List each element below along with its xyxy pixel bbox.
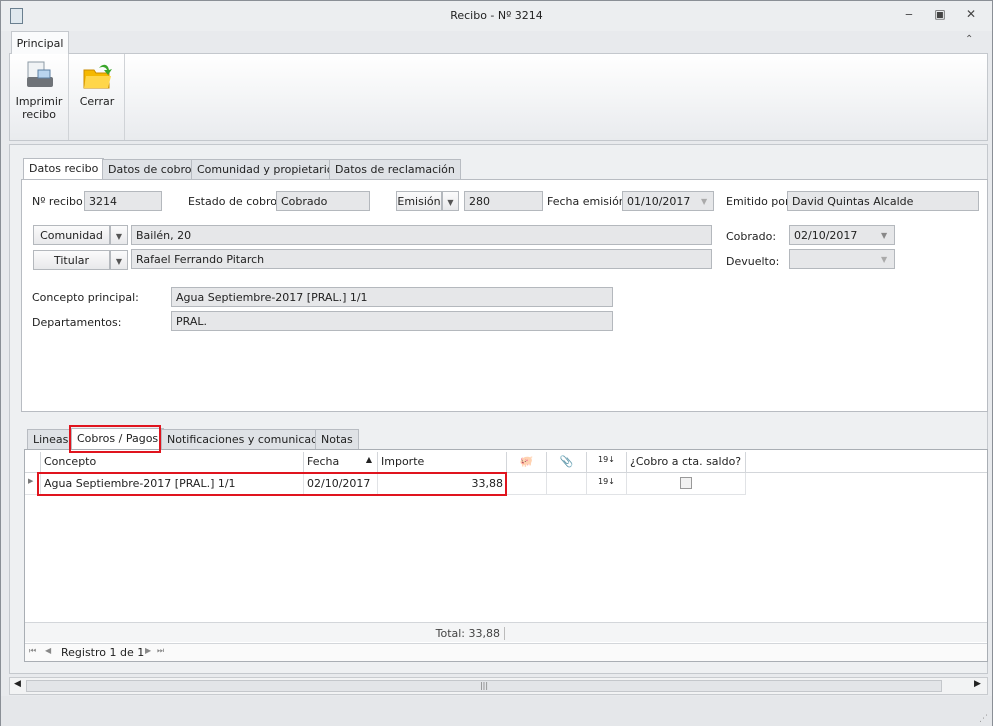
chevron-down-icon[interactable]: ▼ <box>701 197 707 206</box>
emision-field[interactable]: 280 <box>464 191 543 211</box>
print-label-1: Imprimir <box>15 95 63 108</box>
total-label: Total: 33,88 <box>405 627 505 640</box>
highlight-box <box>69 425 161 453</box>
piggy-bank-icon[interactable]: 🐖 <box>507 452 547 472</box>
calendar-icon[interactable]: 19↓ <box>587 452 627 472</box>
column-header-fecha[interactable]: Fecha ▲ <box>304 452 378 472</box>
chevron-down-icon: ▼ <box>447 198 454 207</box>
folder-close-icon <box>83 64 112 89</box>
column-header-concepto[interactable]: Concepto <box>41 452 304 472</box>
devuelto-date-field[interactable] <box>789 249 895 269</box>
close-button[interactable]: ✕ <box>961 7 981 23</box>
window: Recibo - Nº 3214 ‒ ▣ ✕ Principal ⌃ Impri… <box>0 0 993 726</box>
cobros-grid: Concepto Fecha ▲ Importe 🐖 📎 19↓ ¿Cobro a… <box>24 449 988 662</box>
scroll-left-icon[interactable]: ◀ <box>14 679 21 689</box>
titular-field[interactable]: Rafael Ferrando Pitarch <box>131 249 712 269</box>
first-record-icon[interactable]: ⏮ <box>29 646 36 656</box>
next-record-icon[interactable]: ▶ <box>145 646 151 655</box>
resize-grip-icon[interactable]: ⋰ <box>979 714 988 724</box>
prev-record-icon[interactable]: ◀ <box>45 646 51 655</box>
record-counter: Registro 1 de 1 <box>61 646 145 659</box>
close-form-button[interactable]: Cerrar <box>70 54 125 140</box>
navigator: ⏮ ◀ Registro 1 de 1 ▶ ⏭ <box>25 643 987 661</box>
column-header-importe[interactable]: Importe <box>378 452 507 472</box>
concepto-principal-label: Concepto principal: <box>32 291 139 304</box>
paperclip-icon[interactable]: 📎 <box>547 452 587 472</box>
ribbon: Imprimir recibo Cerrar <box>9 53 988 141</box>
concepto-principal-field[interactable]: Agua Septiembre-2017 [PRAL.] 1/1 <box>171 287 613 307</box>
devuelto-label: Devuelto: <box>726 255 780 268</box>
grid-footer: Total: 33,88 <box>25 622 987 642</box>
emision-dropdown[interactable]: ▼ <box>442 191 459 211</box>
tab-datos-reclamacion[interactable]: Datos de reclamación <box>329 159 461 180</box>
collapse-ribbon-icon[interactable]: ⌃ <box>965 34 973 45</box>
calendar-icon[interactable]: 19↓ <box>587 473 627 495</box>
emitido-field[interactable]: David Quintas Alcalde <box>787 191 979 211</box>
chevron-down-icon[interactable]: ▼ <box>881 231 887 240</box>
tab-lineas[interactable]: Lineas <box>27 429 75 450</box>
tab-notificaciones[interactable]: Notificaciones y comunicados <box>161 429 337 450</box>
fecha-header-label: Fecha <box>307 455 340 468</box>
scroll-right-icon[interactable]: ▶ <box>974 679 981 689</box>
departamentos-field[interactable]: PRAL. <box>171 311 613 331</box>
print-receipt-button[interactable]: Imprimir recibo <box>10 54 69 140</box>
scrollbar-thumb[interactable]: ||| <box>26 680 942 692</box>
tab-datos-recibo[interactable]: Datos recibo <box>23 158 105 180</box>
emitido-label: Emitido por: <box>726 195 794 208</box>
chevron-down-icon[interactable]: ▼ <box>881 255 887 264</box>
cobro-cta-checkbox[interactable] <box>680 477 692 489</box>
status-bar: ⋰ <box>1 696 992 726</box>
printer-icon <box>27 61 53 87</box>
num-recibo-label: Nº recibo: <box>32 195 87 208</box>
estado-cobro-field[interactable]: Cobrado <box>276 191 370 211</box>
departamentos-label: Departamentos: <box>32 316 122 329</box>
titular-dropdown[interactable]: ▼ <box>110 250 128 270</box>
highlight-row-box <box>37 472 507 496</box>
cobrado-date-field[interactable]: 02/10/2017 <box>789 225 895 245</box>
chevron-down-icon: ▼ <box>115 257 123 266</box>
cell-cobro-cta[interactable] <box>627 473 746 495</box>
comunidad-button[interactable]: Comunidad <box>33 225 110 245</box>
tab-comunidad-propietarios[interactable]: Comunidad y propietarios <box>191 159 346 180</box>
titular-button[interactable]: Titular <box>33 250 110 270</box>
num-recibo-field[interactable]: 3214 <box>84 191 162 211</box>
comunidad-dropdown[interactable]: ▼ <box>110 225 128 245</box>
comunidad-field[interactable]: Bailén, 20 <box>131 225 712 245</box>
minimize-button[interactable]: ‒ <box>899 7 919 23</box>
ribbon-tab-principal[interactable]: Principal <box>11 31 69 54</box>
sort-asc-icon: ▲ <box>365 455 372 464</box>
maximize-button[interactable]: ▣ <box>930 7 950 23</box>
emision-button[interactable]: Emisión <box>396 191 442 211</box>
print-label-2: recibo <box>22 108 56 121</box>
chevron-down-icon: ▼ <box>115 232 123 241</box>
row-indicator-header <box>25 452 41 472</box>
close-label: Cerrar <box>79 95 115 108</box>
tab-datos-cobro[interactable]: Datos de cobro <box>102 159 198 180</box>
cell-attachment[interactable] <box>547 473 587 495</box>
cell-piggy[interactable] <box>507 473 547 495</box>
cobrado-label: Cobrado: <box>726 230 777 243</box>
window-title: Recibo - Nº 3214 <box>450 9 543 22</box>
last-record-icon[interactable]: ⏭ <box>157 646 164 656</box>
horizontal-scrollbar[interactable]: ◀ ||| ▶ <box>9 677 988 695</box>
fecha-emision-label: Fecha emisión: <box>547 195 630 208</box>
title-bar: Recibo - Nº 3214 ‒ ▣ ✕ <box>1 1 992 31</box>
tab-notas[interactable]: Notas <box>315 429 359 450</box>
estado-cobro-label: Estado de cobro: <box>188 195 281 208</box>
column-header-cobro-cta[interactable]: ¿Cobro a cta. saldo? <box>627 452 746 472</box>
